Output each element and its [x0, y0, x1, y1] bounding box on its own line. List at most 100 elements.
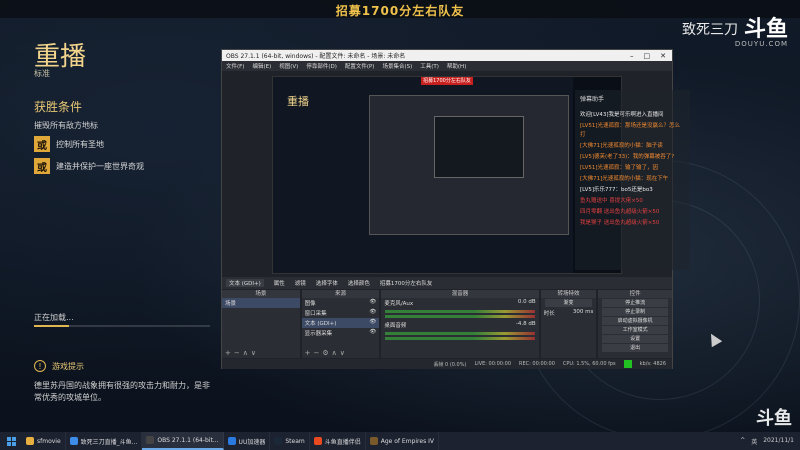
- menu-file[interactable]: 文件(F): [226, 62, 244, 70]
- dropped-frames: 丢帧 0 (0.0%): [433, 361, 467, 368]
- taskbar-app-label: UU加速器: [238, 438, 266, 446]
- taskbar-app-label: Steam: [285, 437, 305, 445]
- filters-button[interactable]: 滤镜: [295, 279, 306, 287]
- eye-icon: 👁: [369, 319, 377, 325]
- taskbar-app[interactable]: OBS 27.1.1 (64-bit...: [142, 432, 224, 450]
- audio-meter[interactable]: [385, 310, 535, 313]
- preview-heading: 重播: [287, 95, 309, 108]
- menu-docks[interactable]: 停靠部件(D): [306, 62, 337, 70]
- mixer-header: 混音器: [381, 290, 539, 298]
- source-item[interactable]: 图像 👁: [302, 298, 380, 308]
- taskbar-app-label: OBS 27.1.1 (64-bit...: [157, 436, 219, 444]
- virtual-camera-button[interactable]: 启动虚拟摄像机: [602, 317, 669, 325]
- menu-help[interactable]: 帮助(H): [447, 62, 466, 70]
- scene-item[interactable]: 场景: [222, 298, 300, 308]
- source-item[interactable]: 文本 (GDI+) 👁: [301, 318, 380, 328]
- taskbar-app[interactable]: Steam: [270, 432, 310, 450]
- properties-button[interactable]: 属性: [274, 279, 285, 287]
- chat-message: [大佛71]光速孤寂的小猫：现在下午: [580, 176, 669, 182]
- taskbar-app[interactable]: 致死三刀直播_斗鱼...: [66, 432, 143, 450]
- streamer-brand: 致死三刀 斗鱼 DOUYU.COM: [682, 18, 788, 48]
- eye-icon: 👁: [369, 299, 377, 305]
- tray-expand-icon[interactable]: ^: [740, 437, 745, 446]
- audio-meter[interactable]: [385, 337, 535, 340]
- exit-button[interactable]: 退出: [602, 344, 669, 352]
- scenes-dock: 场景 场景 +−∧∨: [222, 290, 300, 358]
- chat-message-list: 欢迎[LV43]我是可乐啊进入直播间 [LV51]光速孤寂：那场还是没赢么？怎么打…: [580, 111, 685, 228]
- input-method[interactable]: 英: [751, 437, 757, 446]
- chat-message: [LV5]德芙(老了33)：我的弹幕被吞了?: [580, 154, 675, 160]
- settings-button[interactable]: 设置: [602, 335, 669, 343]
- minimize-icon[interactable]: –: [630, 52, 634, 60]
- select-font-button[interactable]: 选择字体: [316, 279, 338, 287]
- transition-select[interactable]: 渐变: [544, 299, 593, 307]
- obs-preview[interactable]: 招募1700分左右队友 重播: [272, 76, 622, 274]
- audio-meter[interactable]: [385, 332, 535, 335]
- transitions-header: 转场特效: [540, 290, 597, 298]
- taskbar-app[interactable]: 斗鱼直播伴侣: [310, 432, 366, 450]
- chat-message: 欢迎[LV43]我是可乐啊进入直播间: [580, 112, 664, 118]
- studio-mode-button[interactable]: 工作室模式: [602, 326, 669, 334]
- win-condition-text: 控制所有圣地: [56, 139, 104, 149]
- menu-edit[interactable]: 编辑(E): [252, 62, 271, 70]
- obs-menubar: 文件(F) 编辑(E) 视图(V) 停靠部件(D) 配置文件(P) 场景集合(S…: [222, 61, 672, 71]
- sources-dock: 来源 图像 👁 窗口采集 👁 文本 (GDI+) 👁 显示器采集 👁 +−⚙∧∨: [301, 290, 380, 358]
- text-content-field[interactable]: 招募1700分左右队友: [380, 279, 433, 287]
- taskbar-app[interactable]: UU加速器: [224, 432, 271, 450]
- chat-message: 我是猴子 送出鱼丸超级火箭×50: [580, 220, 660, 226]
- close-icon[interactable]: ✕: [660, 52, 666, 60]
- obs-window-title: OBS 27.1.1 (64-bit, windows) - 配置文件: 未命名…: [226, 53, 406, 60]
- win-condition-option: 或 控制所有圣地: [34, 136, 104, 152]
- windows-logo-icon: [6, 436, 16, 446]
- windows-taskbar: sfmovie 致死三刀直播_斗鱼... OBS 27.1.1 (64-bit...…: [0, 432, 800, 450]
- chat-message: 四月零翻 送出鱼丸超级火箭×50: [580, 209, 660, 215]
- controls-header: 控件: [598, 290, 673, 298]
- duration-field[interactable]: 300 ms: [573, 309, 593, 317]
- win-conditions-title: 获胜条件: [34, 100, 83, 114]
- taskbar-app[interactable]: sfmovie: [22, 432, 66, 450]
- app-icon: [69, 437, 78, 445]
- select-color-button[interactable]: 选择颜色: [348, 279, 370, 287]
- maximize-icon[interactable]: □: [644, 52, 651, 60]
- taskbar-app-label: 致死三刀直播_斗鱼...: [80, 438, 138, 446]
- start-button[interactable]: [0, 432, 22, 450]
- app-icon: [313, 437, 322, 445]
- app-icon: [274, 437, 283, 445]
- chat-message: 鱼丸赠送中 喜提大佬×50: [580, 198, 643, 204]
- source-item[interactable]: 窗口采集 👁: [302, 308, 380, 318]
- menu-view[interactable]: 视图(V): [279, 62, 298, 70]
- or-tag: 或: [34, 158, 50, 174]
- menu-tools[interactable]: 工具(T): [420, 62, 439, 70]
- obs-titlebar[interactable]: OBS 27.1.1 (64-bit, windows) - 配置文件: 未命名…: [222, 50, 672, 61]
- bitrate: kb/s: 4826: [639, 361, 666, 367]
- taskbar-app[interactable]: Age of Empires IV: [366, 432, 439, 450]
- audio-meter[interactable]: [385, 315, 535, 318]
- danmaku-chat-panel: 弹幕助手 欢迎[LV43]我是可乐啊进入直播间 [LV51]光速孤寂：那场还是没赢…: [575, 90, 690, 270]
- clock[interactable]: 2021/11/1: [763, 437, 794, 446]
- mode-subheading: 标准: [34, 69, 50, 78]
- cpu-fps: CPU: 1.5%, 60.00 fps: [562, 361, 616, 367]
- menu-profile[interactable]: 配置文件(P): [345, 62, 375, 70]
- win-condition-option: 或 建造并保护一座世界奇观: [34, 158, 144, 174]
- scene-controls[interactable]: +−∧∨: [225, 349, 259, 357]
- obs-statusbar: 丢帧 0 (0.0%) LIVE: 00:00:00 REC: 00:00:00…: [222, 359, 672, 369]
- chat-message: [LV5]乐乐777：bo5还是bo3: [580, 187, 653, 193]
- chat-message: [LV51]光速孤寂：那场还是没赢么？怎么打: [580, 123, 681, 138]
- stop-recording-button[interactable]: 停止录制: [602, 308, 669, 316]
- stream-title: 招募1700分左右队友: [335, 4, 465, 18]
- obs-docks: 场景 场景 +−∧∨ 来源 图像 👁 窗口采集 👁 文本 (GDI+) 👁 显示器采集…: [222, 290, 673, 358]
- eye-icon: 👁: [369, 309, 377, 315]
- source-controls[interactable]: +−⚙∧∨: [305, 349, 348, 357]
- chat-message: [大佛71]光速孤寂的小猫：脑子读: [580, 143, 663, 149]
- source-item[interactable]: 显示器采集 👁: [302, 328, 380, 338]
- eye-icon: 👁: [369, 329, 377, 335]
- live-time: LIVE: 00:00:00: [474, 361, 512, 367]
- tip-title: 游戏提示: [52, 362, 84, 371]
- system-tray: ^ 英 2021/11/1: [740, 437, 800, 446]
- menu-scene-collection[interactable]: 场景集合(S): [382, 62, 412, 70]
- taskbar-apps: sfmovie 致死三刀直播_斗鱼... OBS 27.1.1 (64-bit...…: [22, 432, 439, 450]
- stop-streaming-button[interactable]: 停止推流: [602, 299, 669, 307]
- stream-health-indicator: [623, 360, 632, 368]
- taskbar-app-label: sfmovie: [37, 437, 61, 445]
- app-icon: [146, 436, 155, 444]
